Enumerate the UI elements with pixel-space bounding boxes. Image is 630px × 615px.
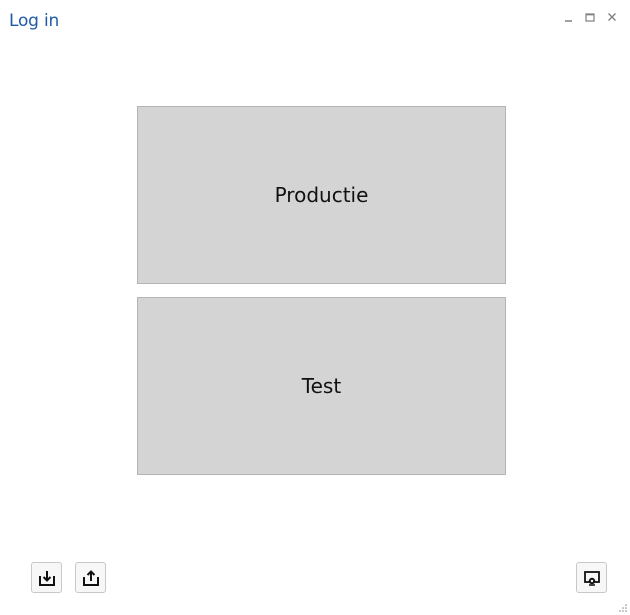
maximize-button[interactable] [584,10,596,24]
close-icon [608,13,616,21]
export-button[interactable] [75,562,106,593]
close-button[interactable] [606,10,618,24]
import-tray-icon [38,570,55,586]
screen-settings-button[interactable] [576,562,607,593]
environment-productie-button[interactable]: Productie [137,106,506,284]
export-tray-icon [82,569,99,586]
window-controls [562,10,618,24]
login-window: Log in Productie Test [0,0,630,615]
environment-productie-label: Productie [274,183,369,207]
maximize-icon [585,12,595,22]
screen-settings-icon [583,570,600,586]
import-button[interactable] [31,562,62,593]
minimize-button[interactable] [562,10,574,24]
window-title: Log in [9,11,60,31]
environment-test-label: Test [301,374,342,398]
minimize-icon [564,19,572,22]
resize-grip-icon[interactable] [618,603,628,613]
environment-test-button[interactable]: Test [137,297,506,475]
